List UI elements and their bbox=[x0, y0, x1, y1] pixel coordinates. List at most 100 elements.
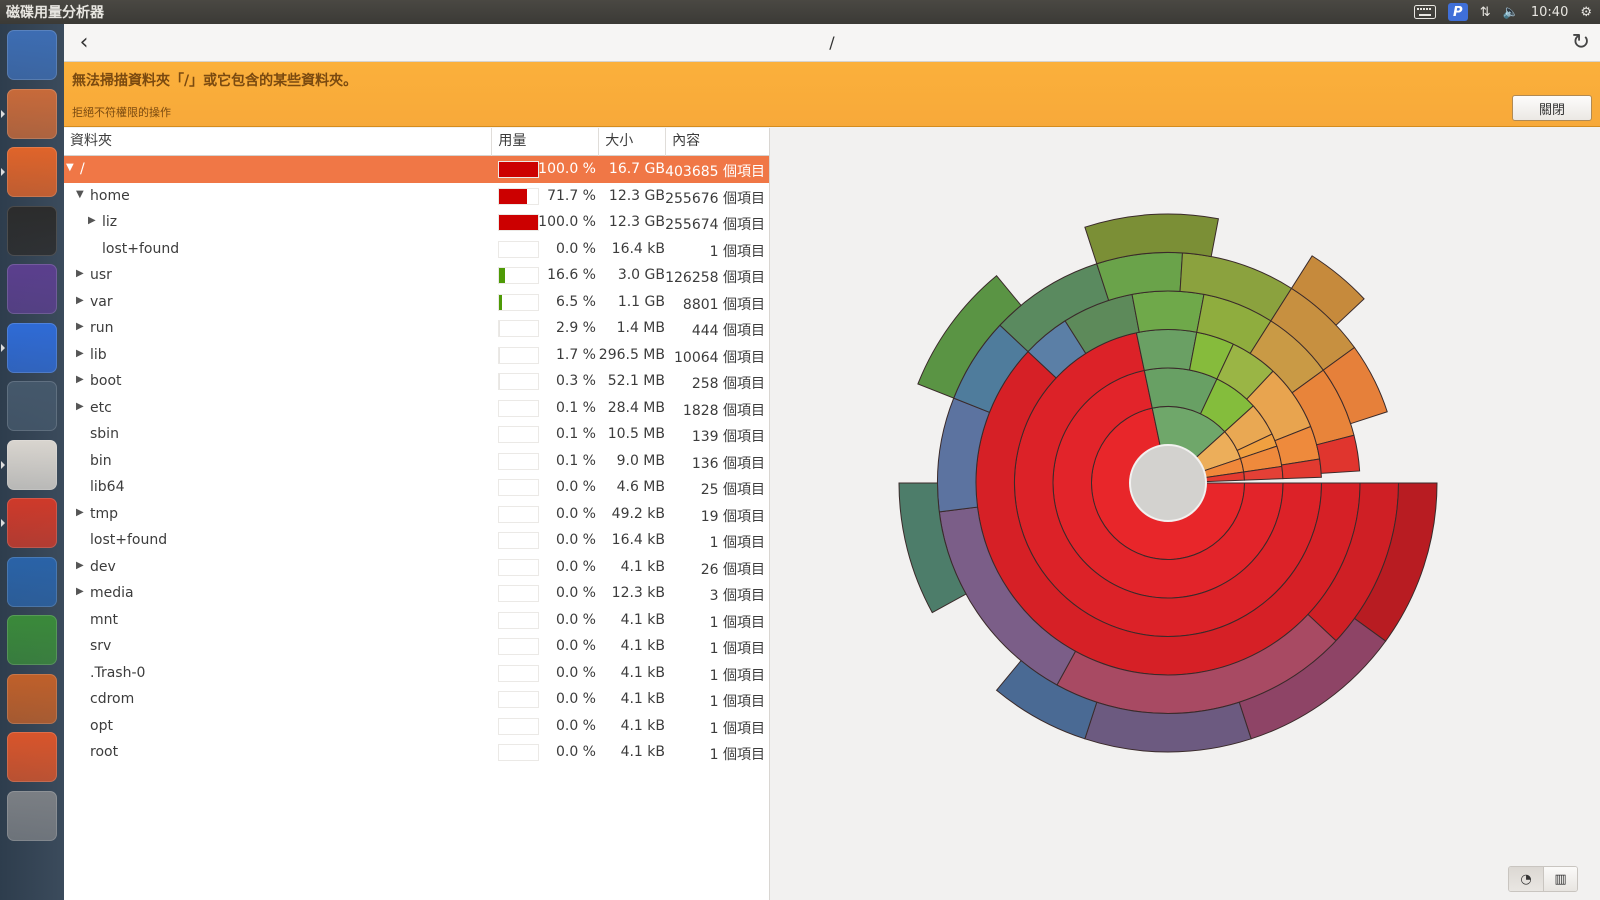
usage-percent: 0.0 % bbox=[555, 691, 596, 707]
item-count: 19 個項目 bbox=[700, 508, 765, 525]
clock[interactable]: 10:40 bbox=[1531, 3, 1568, 21]
trash-icon[interactable] bbox=[7, 790, 57, 841]
eclipse-icon[interactable] bbox=[7, 264, 57, 314]
tree-row[interactable]: ▶ var 6.5 % 1.1 GB 8801 個項目 bbox=[64, 289, 769, 316]
firefox-icon[interactable] bbox=[7, 147, 57, 197]
dash-home-icon[interactable] bbox=[7, 30, 57, 80]
tree-row[interactable]: sbin 0.1 % 10.5 MB 139 個項目 bbox=[64, 421, 769, 448]
amazon-icon[interactable] bbox=[7, 732, 57, 782]
column-header-usage[interactable]: 用量 bbox=[492, 128, 600, 156]
text-editor-icon[interactable] bbox=[7, 439, 57, 490]
tree-row[interactable]: opt 0.0 % 4.1 kB 1 個項目 bbox=[64, 713, 769, 740]
tree-row[interactable]: lost+found 0.0 % 16.4 kB 1 個項目 bbox=[64, 527, 769, 554]
network-icon[interactable]: ⇅ bbox=[1480, 3, 1491, 21]
usage-bar bbox=[498, 638, 539, 655]
folder-size: 4.1 kB bbox=[620, 664, 665, 681]
expander-open-icon[interactable]: ▼ bbox=[76, 189, 84, 200]
tree-row[interactable]: ▶ run 2.9 % 1.4 MB 444 個項目 bbox=[64, 315, 769, 342]
usage-percent: 0.0 % bbox=[555, 717, 596, 734]
tree-row[interactable]: srv 0.0 % 4.1 kB 1 個項目 bbox=[64, 633, 769, 660]
sunburst-segment[interactable] bbox=[1131, 290, 1205, 333]
expander-closed-icon[interactable]: ▶ bbox=[76, 268, 84, 279]
p-indicator-icon[interactable]: P bbox=[1447, 3, 1468, 21]
sunburst-center[interactable] bbox=[1129, 444, 1207, 522]
gear-icon[interactable]: ⚙ bbox=[1580, 3, 1592, 21]
tree-row[interactable]: ▶ liz 100.0 % 12.3 GB 255674 個項目 bbox=[64, 209, 769, 236]
tree-row[interactable]: mnt 0.0 % 4.1 kB 1 個項目 bbox=[64, 607, 769, 634]
usage-percent: 1.7 % bbox=[555, 346, 596, 363]
tree-row[interactable]: ▶ boot 0.3 % 52.1 MB 258 個項目 bbox=[64, 368, 769, 395]
tree-row[interactable]: lib64 0.0 % 4.6 MB 25 個項目 bbox=[64, 474, 769, 501]
back-button[interactable]: ‹ bbox=[64, 25, 104, 61]
usage-bar bbox=[498, 505, 539, 523]
terminal-icon[interactable] bbox=[7, 205, 57, 256]
tree-row[interactable]: ▶ etc 0.1 % 28.4 MB 1828 個項目 bbox=[64, 395, 769, 422]
tree-row[interactable]: ▶ tmp 0.0 % 49.2 kB 19 個項目 bbox=[64, 501, 769, 528]
usage-percent: 0.0 % bbox=[555, 585, 596, 601]
expander-closed-icon[interactable]: ▶ bbox=[76, 586, 84, 597]
usage-bar-fill bbox=[499, 162, 538, 177]
tree-row[interactable]: ▶ lib 1.7 % 296.5 MB 10064 個項目 bbox=[64, 342, 769, 369]
column-header-folder[interactable]: 資料夾 bbox=[64, 128, 493, 156]
tree-row[interactable]: bin 0.1 % 9.0 MB 136 個項目 bbox=[64, 448, 769, 475]
expander-closed-icon[interactable]: ▶ bbox=[76, 374, 84, 385]
usage-percent: 0.1 % bbox=[555, 452, 596, 469]
running-indicator bbox=[1, 168, 5, 176]
column-header-contents[interactable]: 內容 bbox=[666, 128, 769, 156]
folder-name: root bbox=[90, 744, 119, 760]
folder-size: 1.4 MB bbox=[616, 320, 665, 336]
expander-closed-icon[interactable]: ▶ bbox=[76, 401, 84, 412]
expander-closed-icon[interactable]: ▶ bbox=[76, 295, 84, 306]
workspace-switcher-icon[interactable] bbox=[7, 381, 57, 431]
impress-icon[interactable] bbox=[7, 673, 57, 724]
rings-chart-icon: ◔ bbox=[1520, 871, 1532, 887]
expander-closed-icon[interactable]: ▶ bbox=[76, 507, 84, 518]
usage-bar bbox=[498, 187, 539, 205]
rings-chart-button[interactable]: ◔ bbox=[1509, 867, 1543, 891]
usage-bar-fill bbox=[499, 347, 500, 363]
usage-bar bbox=[498, 611, 539, 629]
disk-usage-analyzer-icon[interactable] bbox=[7, 498, 57, 548]
folder-tree[interactable]: 資料夾 用量 大小 內容 ▼/100.0 % 16.7 GB 403685 個項目 ▼… bbox=[64, 128, 770, 900]
usage-bar bbox=[498, 240, 539, 258]
expander-closed-icon[interactable]: ▶ bbox=[76, 560, 84, 571]
volume-icon[interactable]: 🔈 bbox=[1503, 3, 1519, 21]
tree-row[interactable]: root 0.0 % 4.1 kB 1 個項目 bbox=[64, 739, 769, 766]
tree-row[interactable]: ▶ media 0.0 % 12.3 kB 3 個項目 bbox=[64, 580, 769, 607]
calc-icon[interactable] bbox=[7, 615, 57, 665]
tree-row[interactable]: .Trash-0 0.0 % 4.1 kB 1 個項目 bbox=[64, 660, 769, 687]
usage-bar bbox=[498, 532, 539, 549]
usage-bar bbox=[498, 452, 539, 470]
folder-size: 4.1 kB bbox=[620, 558, 665, 575]
close-button[interactable]: 關閉 bbox=[1512, 95, 1592, 121]
files-icon[interactable] bbox=[7, 88, 57, 139]
usage-percent: 100.0 % bbox=[538, 214, 596, 230]
running-indicator bbox=[1, 343, 5, 352]
keyboard-icon[interactable] bbox=[1413, 3, 1436, 21]
tree-row[interactable]: ▼ / 100.0 % 16.7 GB 403685 個項目 bbox=[64, 156, 769, 183]
p-app-icon[interactable] bbox=[7, 322, 57, 373]
expander-closed-icon[interactable]: ▶ bbox=[76, 321, 84, 332]
writer-icon[interactable] bbox=[7, 556, 57, 607]
folder-name: lost+found bbox=[102, 240, 180, 257]
sunburst-segment[interactable] bbox=[1135, 329, 1198, 372]
tree-row[interactable]: ▶ usr 16.6 % 3.0 GB 126258 個項目 bbox=[64, 262, 769, 289]
tree-row[interactable]: ▶ dev 0.0 % 4.1 kB 26 個項目 bbox=[64, 554, 769, 581]
folder-name: liz bbox=[102, 214, 118, 230]
expander-closed-icon[interactable]: ▶ bbox=[76, 348, 84, 359]
sunburst-chart[interactable] bbox=[771, 128, 1600, 900]
column-header-size[interactable]: 大小 bbox=[599, 128, 667, 156]
folder-name: srv bbox=[90, 638, 112, 654]
tree-row[interactable]: ▼ home 71.7 % 12.3 GB 255676 個項目 bbox=[64, 183, 769, 210]
folder-size: 49.2 kB bbox=[611, 505, 665, 522]
treemap-chart-button[interactable]: ▥ bbox=[1543, 867, 1577, 891]
expander-closed-icon[interactable]: ▶ bbox=[88, 215, 96, 226]
tree-row[interactable]: cdrom 0.0 % 4.1 kB 1 個項目 bbox=[64, 686, 769, 713]
expander-open-icon[interactable]: ▼ bbox=[66, 162, 74, 173]
tree-row[interactable]: lost+found 0.0 % 16.4 kB 1 個項目 bbox=[64, 236, 769, 263]
folder-name: cdrom bbox=[90, 691, 135, 707]
tree-body: ▼ / 100.0 % 16.7 GB 403685 個項目 ▼ home 71.7 % 12.… bbox=[64, 156, 769, 766]
usage-bar bbox=[498, 691, 539, 708]
refresh-button[interactable]: ↻ bbox=[1572, 30, 1590, 55]
usage-bar bbox=[498, 664, 539, 682]
